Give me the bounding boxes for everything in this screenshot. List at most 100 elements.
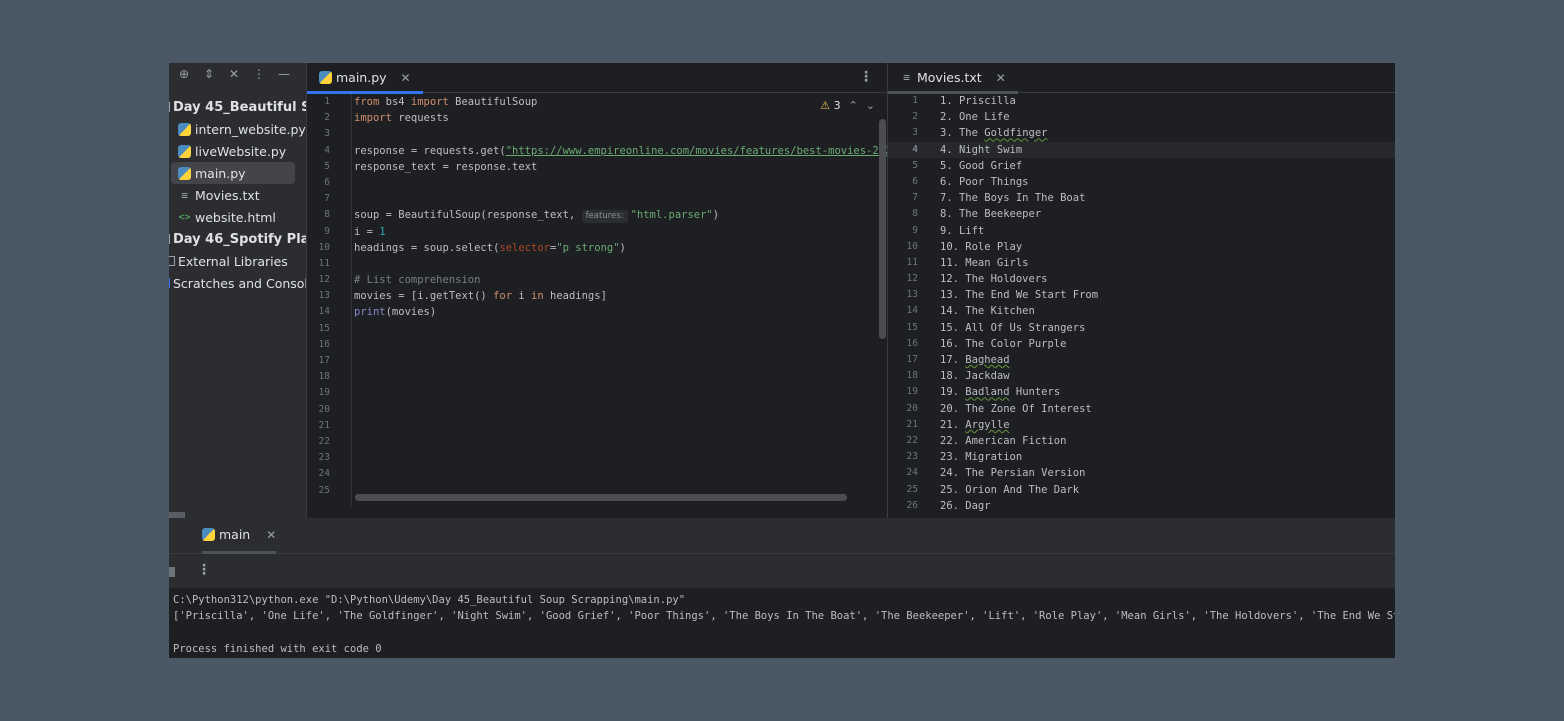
code-area[interactable]: 1 2 3 4 5 6 7 8 9 10 11 12 13 14 15 16 17 18 19 20 21 22 23 24 2… [307, 94, 887, 506]
code-line: # List comprehension [354, 272, 887, 288]
line-number: 10 [906, 240, 918, 252]
line-number: 9 [912, 224, 918, 236]
line-text: 8. The Beekeeper [940, 208, 1042, 221]
spelling-warning[interactable]: Goldfinger [984, 127, 1047, 139]
line-gutter: 1 2 3 4 5 6 7 8 9 10 11 12 13 14 15 16 17 18 19 20 21 22 23 24 2… [307, 94, 352, 506]
tab-run-main[interactable]: main ✕ [202, 527, 276, 542]
tree-item-external-libraries[interactable]: External Libraries [169, 250, 306, 272]
text-content[interactable]: 1 1. Priscilla 2 2. One Life 3 3. The Goldfin… [888, 93, 1395, 518]
tree-item-movies-txt[interactable]: ≡ Movies.txt [169, 184, 306, 206]
more-icon[interactable]: ⋮ [197, 562, 211, 578]
line-number: 20 [906, 402, 918, 414]
keyword: from [354, 96, 380, 108]
horizontal-scrollbar[interactable] [355, 494, 847, 501]
line-number: 2 [912, 111, 918, 123]
text-line: 21 21. Argylle [888, 417, 1395, 433]
python-file-icon [178, 166, 191, 180]
text-line: 15 15. All Of Us Strangers [888, 320, 1395, 336]
named-argument: selector [499, 241, 550, 254]
line-text: 23. Migration [940, 451, 1023, 464]
code-token: headings = soup.select( [354, 241, 500, 254]
line-number: 6 [912, 175, 918, 187]
console-line: C:\Python312\python.exe "D:\Python\Udemy… [173, 594, 686, 606]
close-icon[interactable]: ✕ [996, 71, 1006, 85]
tree-item-livewebsite[interactable]: liveWebsite.py [169, 140, 306, 162]
tree-item-website-html[interactable]: <> website.html [169, 206, 306, 228]
tree-folder-day45[interactable]: Day 45_Beautiful Soup Scrapping [169, 96, 306, 118]
line-number: 15 [906, 321, 918, 333]
console-output[interactable]: C:\Python312\python.exe "D:\Python\Udemy… [169, 588, 1395, 658]
more-icon[interactable]: ⋮ [252, 67, 266, 81]
tree-item-scratches[interactable]: Scratches and Consoles [169, 272, 306, 294]
text-line: 24 24. The Persian Version [888, 465, 1395, 481]
run-toolbar: ⋮ [169, 554, 1395, 588]
keyword: import [354, 112, 392, 125]
line-text: 24. The Persian Version [940, 467, 1086, 480]
line-number: 13 [318, 290, 330, 302]
tree-item-label: Movies.txt [195, 187, 260, 203]
text-line: 19 19. Badland Hunters [888, 384, 1395, 400]
code-token: BeautifulSoup [448, 96, 538, 108]
tab-movies-txt[interactable]: ≡ Movies.txt ✕ [888, 63, 1018, 94]
line-number: 2 [324, 112, 330, 124]
line-text: 20. The Zone Of Interest [940, 402, 1092, 415]
code-token: headings] [543, 290, 607, 303]
builtin-function: print [354, 306, 386, 319]
editor-tabbar: ≡ Movies.txt ✕ [888, 63, 1395, 94]
url-string[interactable]: "https://www.empireonline.com/movies/fea… [506, 145, 887, 157]
folder-icon [169, 234, 170, 244]
line-number: 24 [906, 467, 918, 479]
tree-item-main-py[interactable]: main.py [171, 162, 295, 184]
close-icon[interactable]: ✕ [266, 528, 276, 542]
text-line: 25 25. Orion And The Dark [888, 482, 1395, 498]
tree-item-intern-website[interactable]: intern_website.py [169, 118, 306, 140]
line-text: 16. The Color Purple [940, 337, 1067, 350]
tree-item-label: Scratches and Consoles [173, 275, 306, 291]
code-token: i = [354, 225, 380, 238]
locate-icon[interactable]: ⊕ [177, 67, 191, 81]
line-text: 25. Orion And The Dark [940, 483, 1080, 496]
code-lines[interactable]: from bs4 import BeautifulSoup import req… [354, 94, 887, 321]
text-line: 14 14. The Kitchen [888, 303, 1395, 319]
line-number: 1 [912, 95, 918, 106]
expand-icon[interactable]: ⇕ [202, 67, 216, 81]
line-number: 7 [912, 192, 918, 204]
more-tabs-icon[interactable]: ⋮ [859, 69, 873, 85]
line-number: 3 [324, 128, 330, 140]
tab-main-py[interactable]: main.py ✕ [307, 63, 423, 94]
line-number: 7 [324, 193, 330, 205]
text-line: 18 18. Jackdaw [888, 368, 1395, 384]
code-line: soup = BeautifulSoup(response_text, feat… [354, 207, 887, 224]
code-token: requests [391, 112, 449, 125]
collapse-icon[interactable]: ✕ [227, 67, 241, 81]
text-line: 23 23. Migration [888, 449, 1395, 465]
hide-icon[interactable]: — [277, 67, 291, 81]
line-number: 4 [324, 144, 330, 156]
line-number: 17 [318, 355, 330, 366]
line-text: 26. Dagr [940, 499, 991, 512]
spelling-warning[interactable]: Baghead [965, 354, 1009, 366]
line-number: 8 [324, 209, 330, 221]
spelling-warning[interactable]: Argylle [965, 419, 1009, 431]
number: 1 [379, 225, 386, 238]
code-token: ) [712, 209, 720, 222]
text-line: 26 26. Dagr [888, 498, 1395, 514]
line-text: 22. American Fiction [940, 434, 1067, 447]
project-panel: ⊕ ⇕ ✕ ⋮ — Day 45_Beautiful Soup Scrappin… [169, 63, 306, 518]
close-icon[interactable]: ✕ [401, 71, 411, 85]
spelling-warning[interactable]: Badland [965, 386, 1009, 398]
line-number: 16 [906, 337, 918, 349]
line-number: 12 [906, 273, 918, 285]
toolbar-stub [169, 567, 175, 577]
line-text: 12. The Holdovers [940, 273, 1048, 286]
tree-folder-day46[interactable]: Day 46_Spotify Playlist [169, 228, 306, 250]
python-file-icon [178, 144, 191, 158]
line-number: 19 [318, 387, 330, 399]
vertical-scrollbar[interactable] [879, 119, 886, 339]
console-line: Process finished with exit code 0 [173, 642, 382, 655]
text-line: 9 9. Lift [888, 223, 1395, 239]
line-number: 24 [318, 468, 330, 480]
text-line: 20 20. The Zone Of Interest [888, 401, 1395, 417]
